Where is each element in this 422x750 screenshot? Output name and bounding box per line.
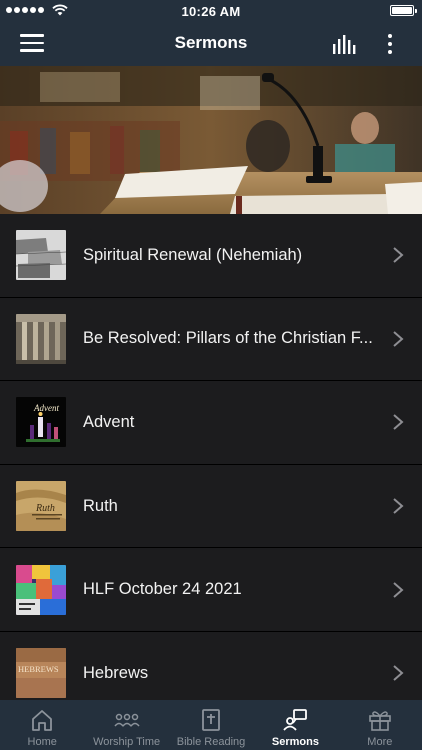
list-item[interactable]: HEBREWS Hebrews: [0, 631, 422, 700]
tab-label: Home: [27, 736, 57, 748]
battery-icon: [390, 5, 417, 16]
signal-dot: [30, 7, 36, 13]
sermon-title: Advent: [83, 412, 135, 431]
sermon-title: Be Resolved: Pillars of the Christian F.…: [83, 329, 373, 348]
thumb-text: Advent: [33, 403, 59, 413]
audio-levels-icon[interactable]: [332, 34, 358, 54]
status-time: 10:26 AM: [181, 3, 241, 19]
tab-label: Bible Reading: [176, 736, 246, 748]
chevron-right-icon: [393, 331, 404, 347]
signal-strength: [6, 4, 68, 16]
home-icon: [32, 710, 53, 731]
chevron-right-icon: [393, 247, 404, 264]
series-thumbnail: Advent: [16, 397, 66, 448]
wifi-icon: [52, 4, 68, 16]
status-bar: 10:26 AM: [0, 0, 422, 22]
people-icon: [114, 713, 140, 727]
sermon-title: Hebrews: [83, 663, 149, 682]
list-item[interactable]: Spiritual Renewal (Nehemiah): [0, 214, 422, 298]
list-item[interactable]: Ruth Ruth: [0, 464, 422, 549]
series-thumbnail: Ruth: [16, 481, 66, 532]
sermon-title: Ruth: [83, 496, 118, 515]
sermon-list: Spiritual Renewal (Nehemiah) Be Resolved…: [0, 214, 422, 700]
tab-worship-time[interactable]: Worship Time: [84, 700, 168, 750]
chevron-right-icon: [393, 498, 404, 514]
signal-dot: [38, 7, 44, 13]
tab-label: More: [367, 736, 393, 748]
thumb-text: Ruth: [35, 503, 55, 514]
signal-dot: [22, 7, 28, 13]
sermons-icon: [283, 709, 308, 731]
tab-bible-reading[interactable]: Bible Reading: [169, 700, 253, 750]
series-thumbnail: HEBREWS: [16, 648, 66, 699]
page-title: Sermons: [174, 33, 248, 52]
thumb-text: HEBREWS: [18, 664, 59, 674]
more-options-icon[interactable]: [382, 32, 398, 56]
sermon-title: HLF October 24 2021: [83, 580, 242, 599]
signal-dot: [14, 7, 20, 13]
hero-image: [0, 66, 422, 214]
pulpit-photo: [0, 66, 422, 214]
list-item[interactable]: Advent Advent: [0, 381, 422, 465]
series-thumbnail: [16, 313, 66, 364]
chevron-right-icon: [393, 581, 404, 598]
nav-bar: Sermons: [0, 22, 422, 66]
chevron-right-icon: [393, 665, 404, 682]
tab-label: Worship Time: [93, 736, 161, 748]
tab-more[interactable]: More: [338, 700, 422, 750]
tab-label: Sermons: [271, 736, 319, 748]
tab-bar: Home Worship Time Bible Reading Sermons: [0, 700, 422, 750]
tab-home[interactable]: Home: [0, 700, 84, 750]
series-thumbnail: [16, 564, 66, 615]
gift-icon: [369, 711, 391, 731]
list-item[interactable]: HLF October 24 2021: [0, 548, 422, 632]
chevron-right-icon: [393, 414, 404, 431]
bible-icon: [202, 709, 220, 731]
signal-dot: [6, 7, 12, 13]
series-thumbnail: [16, 230, 66, 281]
list-item[interactable]: Be Resolved: Pillars of the Christian F.…: [0, 297, 422, 382]
tab-sermons[interactable]: Sermons: [253, 700, 337, 750]
sermon-title: Spiritual Renewal (Nehemiah): [83, 245, 303, 264]
